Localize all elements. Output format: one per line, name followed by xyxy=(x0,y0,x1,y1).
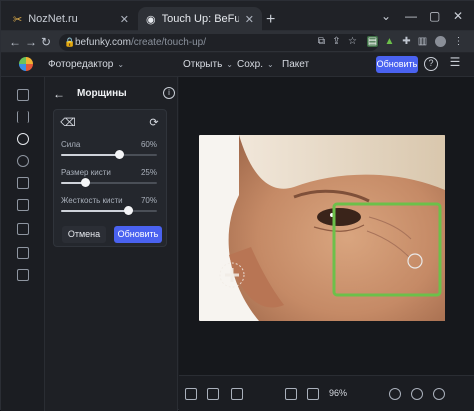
tab-search-icon[interactable]: ⌄ xyxy=(381,9,391,23)
eraser-icon[interactable]: ⌫ xyxy=(60,116,76,130)
open-menu-label: Открыть xyxy=(183,59,223,70)
slider-track[interactable] xyxy=(61,150,157,159)
befunky-favicon-icon: ◉ xyxy=(146,13,156,26)
frames-icon[interactable] xyxy=(17,177,29,189)
extension-icon[interactable]: ▤ xyxy=(367,36,378,47)
slider-value: 60% xyxy=(140,140,157,149)
slider-label: Жесткость кисти xyxy=(61,196,123,205)
wrinkles-panel: ← Морщины i ⌫ ⟳ Сила 60% Размер кисти 25… xyxy=(45,77,178,411)
slider-track[interactable] xyxy=(61,206,157,215)
slider-fill xyxy=(61,154,119,156)
lock-icon: 🔒 xyxy=(64,37,76,47)
minimize-icon[interactable]: — xyxy=(405,9,417,23)
update-button[interactable]: Обновить xyxy=(376,56,418,73)
batch-label: Пакет xyxy=(282,59,310,70)
face-photo-image xyxy=(199,135,445,321)
zoom-level[interactable]: 96% xyxy=(329,388,347,398)
bookmark-star-icon[interactable]: ☆ xyxy=(347,36,358,47)
overlays-icon[interactable] xyxy=(17,223,29,235)
history-icon[interactable] xyxy=(389,388,401,400)
new-tab-icon[interactable]: + xyxy=(266,11,275,29)
info-icon[interactable]: i xyxy=(163,87,175,99)
chevron-down-icon: ⌄ xyxy=(226,60,233,69)
settings-card: ⌫ ⟳ Сила 60% Размер кисти 25% Жесткость … xyxy=(53,109,167,247)
address-toolbar: ← → ↻ 🔒 befunky.com/create/touch-up/ ⧉ ⇪… xyxy=(1,31,474,53)
tool-rail xyxy=(1,77,45,411)
save-menu[interactable]: Сохр. ⌄ xyxy=(237,59,274,70)
befunky-logo-icon[interactable] xyxy=(19,57,33,71)
back-arrow-icon[interactable]: ← xyxy=(53,87,65,101)
effects-icon[interactable] xyxy=(17,155,29,167)
browser-window: ✂ NozNet.ru ✕ ◉ Touch Up: BeFunky - Imag… xyxy=(0,0,474,411)
chevron-down-icon: ⌄ xyxy=(267,60,274,69)
batch-button[interactable]: Пакет xyxy=(282,59,309,70)
slider-label: Размер кисти xyxy=(61,168,111,177)
tab-noznet[interactable]: ✂ NozNet.ru ✕ xyxy=(5,7,137,31)
sidebar-icon[interactable]: ▥ xyxy=(417,36,428,47)
editor-menu-label: Фоторедактор xyxy=(48,59,114,70)
slider-thumb[interactable] xyxy=(114,150,124,159)
panel-title: Морщины xyxy=(77,88,127,99)
browser-menu-icon[interactable]: ⋮ xyxy=(453,36,464,47)
tab-title: NozNet.ru xyxy=(28,13,78,25)
panel-header: ← Морщины i xyxy=(53,87,175,101)
tab-strip: ✂ NozNet.ru ✕ ◉ Touch Up: BeFunky - Imag… xyxy=(1,1,474,31)
canvas-toolbar: 96% xyxy=(179,375,474,411)
actual-size-icon[interactable] xyxy=(307,388,319,400)
forward-arrow-icon[interactable]: → xyxy=(25,35,37,49)
slider-thumb[interactable] xyxy=(81,178,90,187)
graphics-icon[interactable] xyxy=(17,199,29,211)
address-domain: befunky.com xyxy=(75,37,131,48)
close-tab-icon[interactable]: ✕ xyxy=(245,13,254,26)
redo-icon[interactable] xyxy=(433,388,445,400)
noznet-favicon-icon: ✂ xyxy=(13,13,23,26)
image-canvas[interactable] xyxy=(179,77,474,375)
editor-menu[interactable]: Фоторедактор ⌄ xyxy=(48,59,124,70)
slider-fill xyxy=(61,210,129,212)
app-header: Фоторедактор ⌄ Открыть ⌄ Сохр. ⌄ Пакет О… xyxy=(1,53,474,77)
slider-value: 25% xyxy=(140,168,157,177)
photo[interactable] xyxy=(199,135,445,321)
undo-icon[interactable] xyxy=(411,388,423,400)
share-icon[interactable]: ⇪ xyxy=(331,36,342,47)
install-app-icon[interactable]: ⧉ xyxy=(316,36,327,47)
layers-icon[interactable] xyxy=(185,388,197,400)
reload-icon[interactable]: ↻ xyxy=(41,35,51,49)
cancel-button[interactable]: Отмена xyxy=(62,226,106,243)
back-arrow-icon[interactable]: ← xyxy=(9,35,21,49)
slider-label: Сила xyxy=(61,140,81,149)
profile-avatar-icon[interactable] xyxy=(435,36,446,47)
slider-thumb[interactable] xyxy=(124,206,134,215)
textures-icon[interactable] xyxy=(17,269,29,281)
maximize-icon[interactable]: ▢ xyxy=(429,9,440,23)
save-menu-label: Сохр. xyxy=(237,59,264,70)
image-manager-icon[interactable] xyxy=(231,388,243,400)
adjust-sliders-icon[interactable] xyxy=(17,111,29,123)
text-icon[interactable] xyxy=(17,247,29,259)
open-menu[interactable]: Открыть ⌄ xyxy=(183,59,233,70)
fit-screen-icon[interactable] xyxy=(285,388,297,400)
touch-up-eye-icon[interactable] xyxy=(17,133,29,145)
tab-title: Touch Up: BeFunky - Image Retou xyxy=(161,13,239,25)
apply-button[interactable]: Обновить xyxy=(114,226,162,243)
extensions-puzzle-icon[interactable]: ✚ xyxy=(401,36,412,47)
slider-track[interactable] xyxy=(61,178,157,187)
help-icon[interactable]: ? xyxy=(424,57,438,71)
tab-befunky[interactable]: ◉ Touch Up: BeFunky - Image Retou ✕ xyxy=(138,7,262,31)
compare-icon[interactable] xyxy=(207,388,219,400)
slider-value: 70% xyxy=(140,196,157,205)
extension-green-icon[interactable]: ▲ xyxy=(384,36,395,47)
edit-tools-icon[interactable] xyxy=(17,89,29,101)
close-window-icon[interactable]: ✕ xyxy=(453,9,463,23)
address-path: /create/touch-up/ xyxy=(130,37,206,48)
chevron-down-icon: ⌄ xyxy=(117,60,125,69)
hamburger-menu-icon[interactable]: ☰ xyxy=(448,56,462,71)
reset-icon[interactable]: ⟳ xyxy=(146,116,162,130)
close-tab-icon[interactable]: ✕ xyxy=(120,13,129,26)
